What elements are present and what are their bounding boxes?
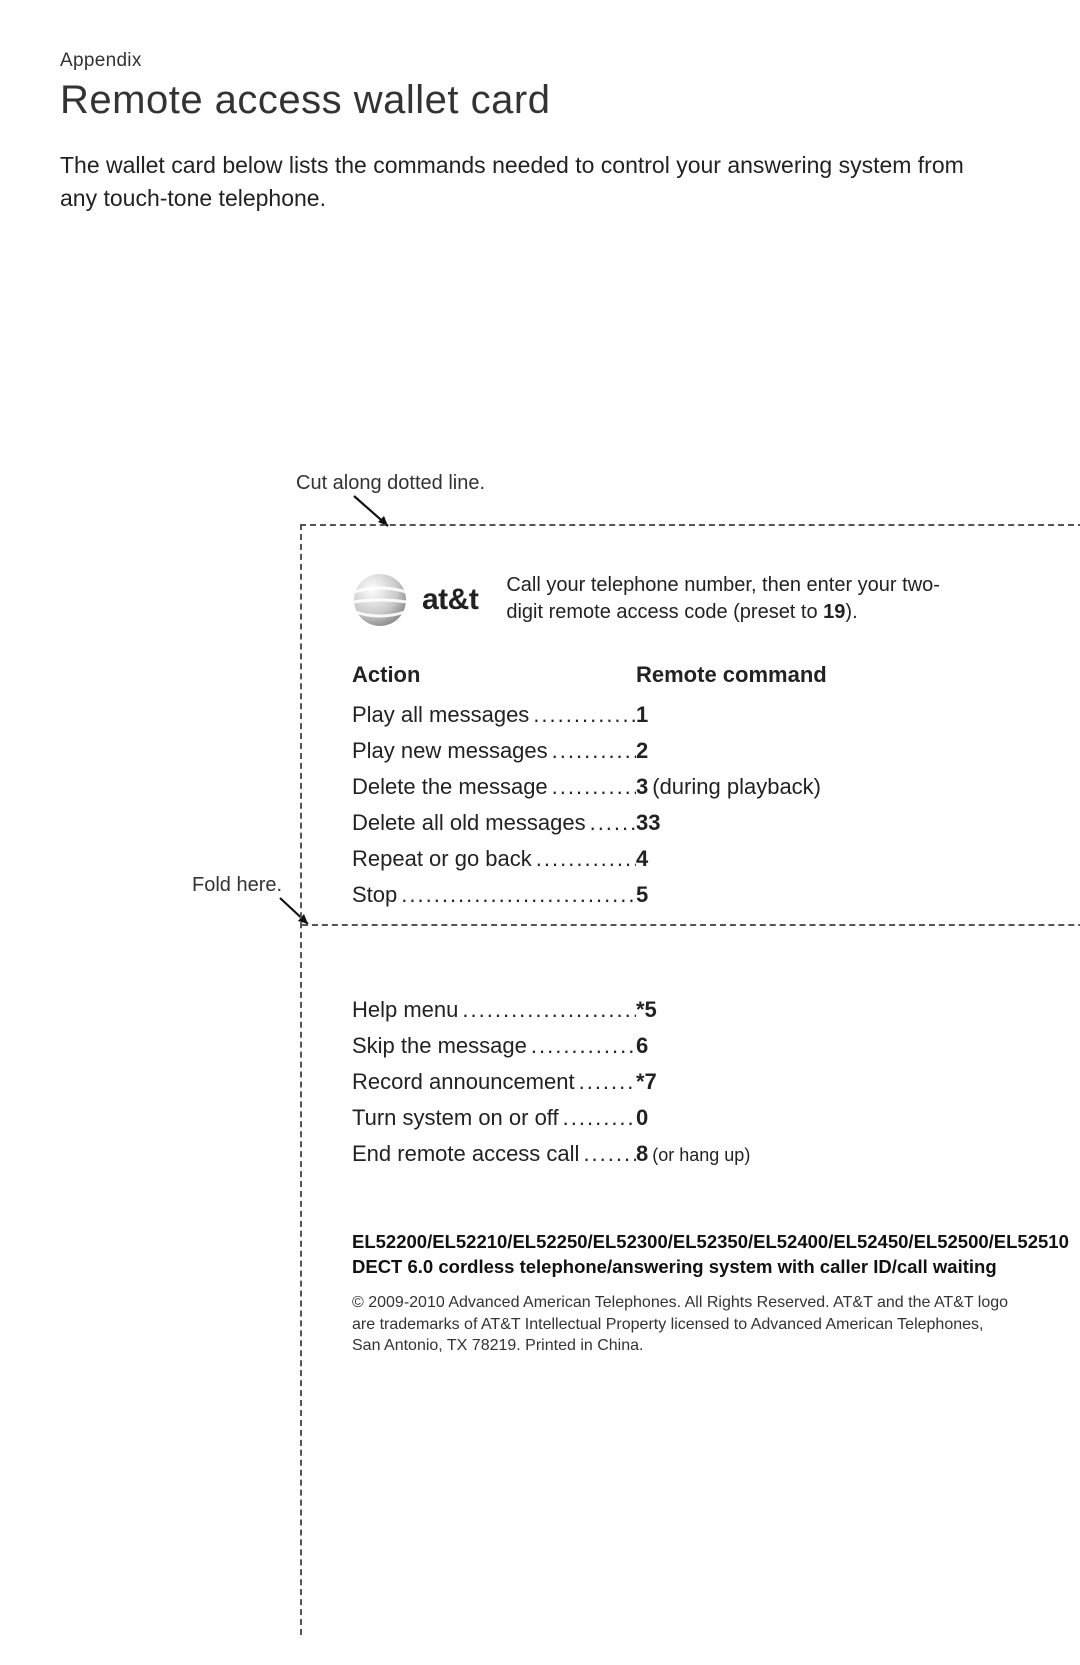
command-row: End remote access call 8 (or hang up) [352, 1137, 1034, 1170]
command-row: Stop 5 [352, 878, 1034, 911]
command-note: (or hang up) [648, 1142, 750, 1169]
command-code: 6 [636, 1029, 648, 1062]
card-gap [352, 914, 1034, 990]
command-action: Repeat or go back [352, 842, 636, 875]
fold-label: Fold here. [192, 874, 282, 897]
command-code: 8 [636, 1137, 648, 1170]
command-action: Help menu [352, 993, 636, 1026]
instruction-pre: Call your telephone number, then enter y… [506, 574, 940, 623]
command-code: 3 [636, 770, 648, 803]
header-command: Remote command [636, 662, 827, 688]
instruction-post: ). [845, 601, 857, 623]
header-action: Action [352, 662, 636, 688]
instruction-text: Call your telephone number, then enter y… [506, 572, 946, 626]
command-row: Repeat or go back 4 [352, 842, 1034, 875]
command-code: 33 [636, 806, 660, 839]
command-code: *5 [636, 993, 657, 1026]
command-code: 4 [636, 842, 648, 875]
command-action: Stop [352, 878, 636, 911]
command-action: Delete all old messages [352, 806, 636, 839]
command-code: 2 [636, 734, 648, 767]
intro-text: The wallet card below lists the commands… [60, 149, 1000, 216]
page: Appendix Remote access wallet card The w… [0, 0, 1080, 1665]
command-action: Skip the message [352, 1029, 636, 1062]
cut-label: Cut along dotted line. [296, 472, 485, 495]
command-action: Record announcement [352, 1065, 636, 1098]
command-row: Play all messages 1 [352, 698, 1034, 731]
command-note: (during playback) [648, 770, 821, 803]
command-code: *7 [636, 1065, 657, 1098]
model-numbers: EL52200/EL52210/EL52250/EL52300/EL52350/… [352, 1230, 1034, 1280]
command-row: Delete the message 3 (during playback) [352, 770, 1034, 803]
command-row: Delete all old messages 33 [352, 806, 1034, 839]
command-row: Record announcement *7 [352, 1065, 1034, 1098]
command-row: Play new messages 2 [352, 734, 1034, 767]
att-logo: at&t [352, 572, 478, 628]
command-row: Help menu *5 [352, 993, 1034, 1026]
globe-icon [352, 572, 408, 628]
command-code: 5 [636, 878, 648, 911]
wallet-card: at&t Call your telephone number, then en… [300, 524, 1080, 1635]
command-action: Play all messages [352, 698, 636, 731]
copyright: © 2009-2010 Advanced American Telephones… [352, 1292, 1012, 1357]
commands-top: Play all messages 1Play new messages 2De… [352, 698, 1034, 911]
command-action: End remote access call [352, 1137, 636, 1170]
command-code: 1 [636, 698, 648, 731]
command-action: Play new messages [352, 734, 636, 767]
att-logo-text: at&t [422, 583, 478, 617]
command-action: Turn system on or off [352, 1101, 636, 1134]
page-title: Remote access wallet card [60, 78, 1020, 123]
card-header-row: at&t Call your telephone number, then en… [352, 572, 1034, 628]
commands-bottom: Help menu *5Skip the message 6Record ann… [352, 993, 1034, 1170]
command-code: 0 [636, 1101, 648, 1134]
command-row: Turn system on or off 0 [352, 1101, 1034, 1134]
command-action: Delete the message [352, 770, 636, 803]
section-tag: Appendix [60, 50, 1020, 72]
instruction-code: 19 [823, 601, 845, 623]
command-row: Skip the message 6 [352, 1029, 1034, 1062]
table-headers: Action Remote command [352, 662, 1034, 688]
